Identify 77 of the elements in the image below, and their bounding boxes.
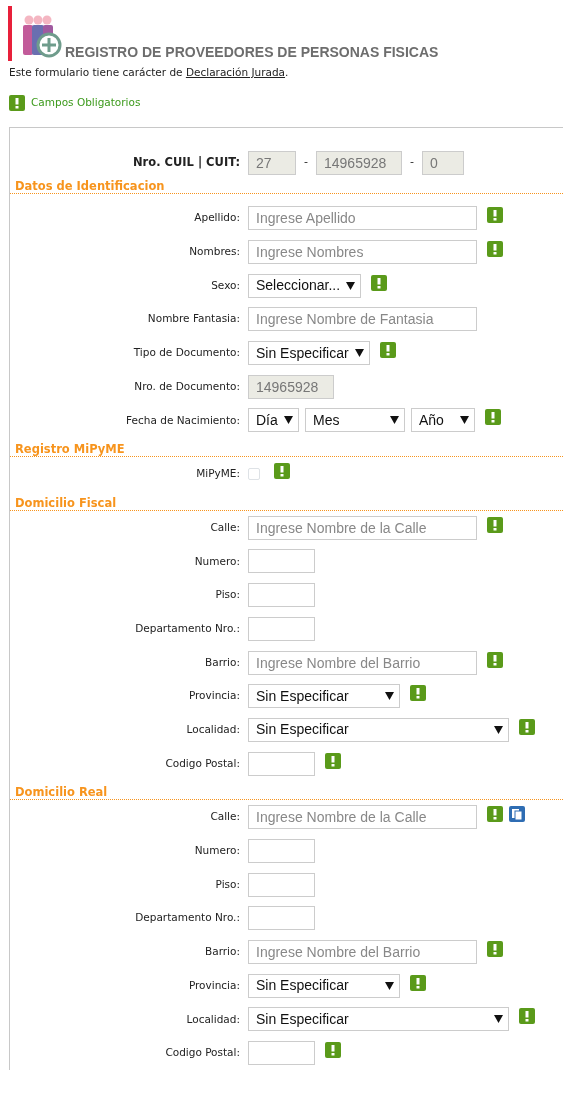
input-field[interactable] <box>248 1041 315 1066</box>
field-label: Barrio: <box>204 944 241 960</box>
field-label: Nombres: <box>188 244 241 260</box>
field-label: Codigo Postal: <box>164 755 241 771</box>
section-heading: Registro MiPyME <box>10 442 563 458</box>
input-field[interactable]: Ingrese Apellido <box>248 206 477 231</box>
caret-icon <box>284 416 293 425</box>
input-field[interactable] <box>248 906 315 931</box>
cuil-field[interactable]: 0 <box>421 150 464 175</box>
input-field[interactable] <box>248 751 315 776</box>
section-heading: Domicilio Real <box>10 785 563 801</box>
dropdown[interactable]: Sin Especificar <box>248 684 400 709</box>
page-title: REGISTRO DE PROVEEDORES DE PERSONAS FISICAS <box>65 43 439 62</box>
dropdown[interactable]: Día <box>248 408 299 433</box>
input-field[interactable] <box>248 583 315 608</box>
caret-icon <box>346 281 356 290</box>
caret-icon <box>385 692 394 701</box>
cuil-field[interactable]: 27 <box>248 150 296 175</box>
field-label: Localidad: <box>185 1011 241 1027</box>
dropdown[interactable]: Sin Especificar <box>248 717 509 742</box>
field-label: Provincia: <box>187 688 241 704</box>
period-text: . <box>285 66 289 78</box>
caret-icon <box>354 349 364 358</box>
legend-text: Campos Obligatorios <box>31 94 141 110</box>
field-label: Calle: <box>209 519 241 535</box>
cuil-field[interactable]: 14965928 <box>316 150 402 175</box>
input-field[interactable] <box>248 838 315 863</box>
input-field[interactable]: 14965928 <box>248 374 334 399</box>
caret-icon <box>494 725 503 734</box>
dropdown[interactable]: Año <box>411 408 475 433</box>
input-field[interactable] <box>248 616 315 641</box>
input-field[interactable] <box>248 549 315 574</box>
field-label: Piso: <box>214 587 241 603</box>
field-label: Departamento Nro.: <box>134 620 241 636</box>
field-label: Sexo: <box>210 277 241 293</box>
field-label: Codigo Postal: <box>164 1045 241 1061</box>
field-label: Calle: <box>209 809 241 825</box>
input-field[interactable] <box>248 872 315 897</box>
field-label: Tipo de Documento: <box>132 345 241 361</box>
caret-icon <box>494 1015 503 1024</box>
dropdown[interactable]: Seleccionar... <box>248 273 362 298</box>
required-icon <box>9 94 25 111</box>
field-label: Localidad: <box>185 722 241 738</box>
field-label: Apellido: <box>193 210 241 226</box>
field-label: MiPyME: <box>195 466 241 482</box>
input-field[interactable]: Ingrese Nombre de la Calle <box>248 805 477 830</box>
field-label: Fecha de Nacimiento: <box>125 412 241 428</box>
field-label: Provincia: <box>187 977 241 993</box>
input-field[interactable]: Ingrese Nombre de Fantasia <box>248 307 477 332</box>
accent-bar <box>8 6 12 61</box>
caret-icon <box>390 416 399 425</box>
field-label: Barrio: <box>204 654 241 670</box>
separator-text: - <box>410 154 414 171</box>
dropdown[interactable]: Sin Especificar <box>248 1007 509 1032</box>
caret-icon <box>385 981 394 990</box>
dropdown[interactable]: Sin Especificar <box>248 973 400 998</box>
field-label: Nro. CUIL | CUIT: <box>131 153 241 171</box>
field-label: Departamento Nro.: <box>134 910 241 926</box>
field-label: Piso: <box>214 876 241 892</box>
checkbox[interactable] <box>248 468 260 481</box>
dropdown[interactable]: Sin Especificar <box>248 341 370 366</box>
input-field[interactable]: Ingrese Nombre del Barrio <box>248 650 477 675</box>
input-field[interactable]: Ingrese Nombre del Barrio <box>248 940 477 965</box>
field-label: Nombre Fantasia: <box>146 311 241 327</box>
copy-icon[interactable] <box>509 806 525 823</box>
notice-text: Este formulario tiene carácter de <box>9 66 183 78</box>
dropdown[interactable]: Mes <box>305 408 405 433</box>
section-heading: Domicilio Fiscal <box>10 495 563 511</box>
caret-icon <box>460 416 469 425</box>
input-field[interactable]: Ingrese Nombres <box>248 239 477 264</box>
field-label: Nro. de Documento: <box>133 378 241 394</box>
separator-text: - <box>304 154 308 171</box>
input-field[interactable]: Ingrese Nombre de la Calle <box>248 515 477 540</box>
field-label: Numero: <box>193 553 241 569</box>
declaration-link[interactable]: Declaración Jurada <box>185 66 286 78</box>
section-heading: Datos de Identificacion <box>10 179 563 195</box>
field-label: Numero: <box>193 843 241 859</box>
